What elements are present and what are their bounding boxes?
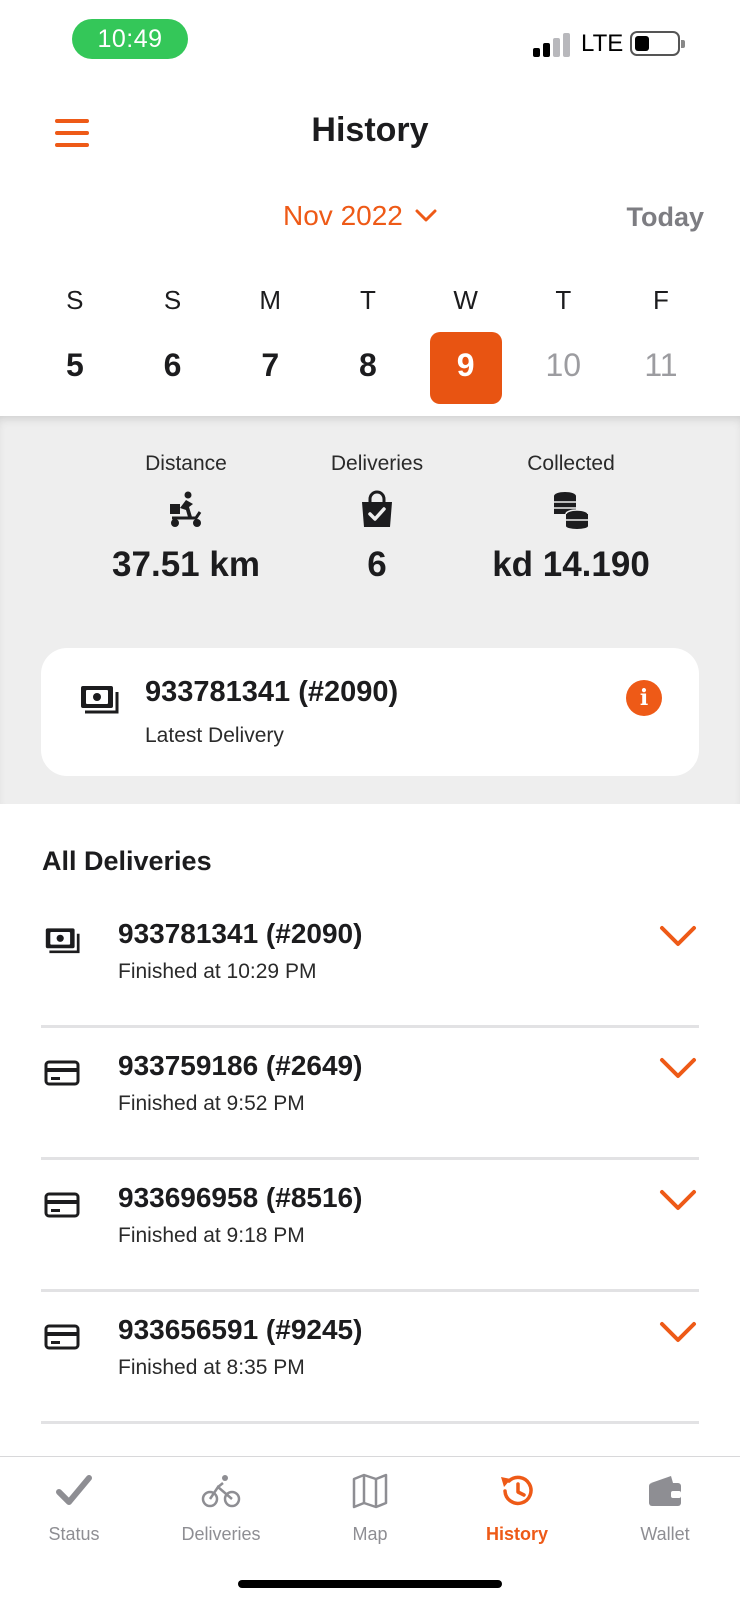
latest-delivery-label: Latest Delivery	[145, 724, 284, 747]
stat-distance: Distance 37.51 km	[76, 452, 296, 585]
month-picker[interactable]: Nov 2022	[283, 200, 437, 232]
cash-icon	[81, 686, 119, 714]
chevron-down-icon[interactable]	[659, 1056, 697, 1082]
credit-card-icon	[44, 1192, 80, 1218]
day-number: 5	[65, 347, 84, 383]
stat-collected: Collected kd 14.190	[461, 452, 681, 585]
week-strip: S5 S6 M7 T8 W9 T 10 F 11	[26, 282, 716, 404]
day-7[interactable]: M7	[221, 282, 319, 392]
tab-deliveries[interactable]: Deliveries	[161, 1473, 281, 1545]
order-number: 933656591 (#9245)	[118, 1314, 363, 1345]
chevron-down-icon[interactable]	[659, 1188, 697, 1214]
credit-card-icon	[44, 1060, 80, 1086]
day-number: 9	[429, 332, 502, 404]
day-of-week: T	[359, 285, 376, 315]
tab-bar: Status Deliveries Map History Wallet	[0, 1456, 740, 1600]
month-label: Nov 2022	[283, 200, 403, 231]
tab-history[interactable]: History	[457, 1473, 577, 1545]
tab-label: History	[485, 1524, 548, 1544]
day-of-week: F	[653, 285, 669, 315]
finished-time: Finished at 9:52 PM	[118, 1092, 305, 1115]
tab-status[interactable]: Status	[14, 1473, 134, 1545]
latest-order-number: 933781341 (#2090)	[145, 676, 399, 708]
credit-card-icon	[44, 1324, 80, 1350]
day-number: 8	[359, 347, 377, 383]
cash-icon	[45, 928, 80, 954]
day-number: 11	[644, 347, 678, 383]
network-type: LTE	[581, 30, 624, 57]
day-of-week: W	[453, 285, 478, 315]
stat-deliveries: Deliveries 6	[267, 452, 487, 585]
delivery-row[interactable]: 933759186 (#2649) Finished at 9:52 PM	[41, 1028, 699, 1160]
all-deliveries-title: All Deliveries	[42, 846, 212, 876]
finished-time: Finished at 9:18 PM	[118, 1224, 305, 1247]
day-11[interactable]: F 11	[612, 282, 710, 392]
day-10[interactable]: T 10	[514, 282, 612, 392]
cellular-signal-icon	[533, 31, 573, 57]
shopping-bag-check-icon	[362, 490, 392, 527]
day-of-week: T	[555, 285, 572, 315]
day-of-week: M	[259, 285, 282, 315]
checkmark-icon	[56, 1475, 92, 1505]
stat-label: Deliveries	[330, 452, 424, 475]
wallet-icon	[649, 1476, 681, 1506]
finished-time: Finished at 8:35 PM	[118, 1356, 305, 1379]
delivery-row[interactable]: 933696958 (#8516) Finished at 9:18 PM	[41, 1160, 699, 1292]
day-of-week: S	[66, 285, 84, 315]
history-icon	[501, 1475, 533, 1506]
day-6[interactable]: S6	[124, 282, 222, 392]
chevron-down-icon	[415, 209, 437, 222]
status-bar: 10:49 LTE	[0, 0, 740, 80]
tab-label: Deliveries	[181, 1524, 261, 1544]
tab-label: Status	[48, 1524, 100, 1544]
stat-label: Collected	[527, 452, 615, 475]
day-5[interactable]: S5	[26, 282, 124, 392]
tab-label: Wallet	[640, 1524, 690, 1544]
today-button[interactable]: Today	[626, 202, 704, 233]
tab-wallet[interactable]: Wallet	[605, 1473, 725, 1545]
stat-value: 6	[367, 545, 387, 584]
page-title: History	[311, 111, 429, 149]
order-number: 933781341 (#2090)	[118, 918, 363, 949]
info-icon[interactable]: i	[626, 680, 662, 716]
tab-label: Map	[352, 1524, 388, 1544]
order-number: 933696958 (#8516)	[118, 1182, 363, 1213]
coins-stack-icon	[554, 492, 589, 529]
battery-icon	[630, 31, 685, 56]
chevron-down-icon[interactable]	[659, 924, 697, 950]
delivery-row[interactable]: 933781341 (#2090) Finished at 10:29 PM	[41, 896, 699, 1028]
map-icon	[352, 1473, 388, 1509]
tab-map[interactable]: Map	[310, 1473, 430, 1545]
home-indicator	[238, 1580, 502, 1588]
bicycle-icon	[201, 1475, 241, 1508]
latest-delivery-card[interactable]: 933781341 (#2090) Latest Delivery i	[41, 648, 699, 776]
day-8[interactable]: T8	[319, 282, 417, 392]
scooter-delivery-icon	[170, 491, 202, 527]
day-number: 6	[163, 347, 182, 383]
stat-value: 37.51 km	[112, 545, 260, 584]
day-of-week: S	[163, 285, 182, 315]
day-number: 10	[545, 347, 582, 383]
delivery-row[interactable]: 933656591 (#9245) Finished at 8:35 PM	[41, 1292, 699, 1424]
stat-value: kd 14.190	[492, 545, 650, 584]
deliveries-list: 933781341 (#2090) Finished at 10:29 PM 9…	[41, 896, 699, 1424]
day-number: 7	[261, 347, 280, 383]
stats-panel: Distance 37.51 km Deliveries 6 Collected	[0, 416, 740, 804]
order-number: 933759186 (#2649)	[118, 1050, 363, 1081]
status-time: 10:49	[72, 19, 188, 59]
finished-time: Finished at 10:29 PM	[118, 960, 317, 983]
stat-label: Distance	[145, 452, 227, 475]
day-9-selected[interactable]: W9	[417, 282, 515, 404]
chevron-down-icon[interactable]	[659, 1320, 697, 1346]
